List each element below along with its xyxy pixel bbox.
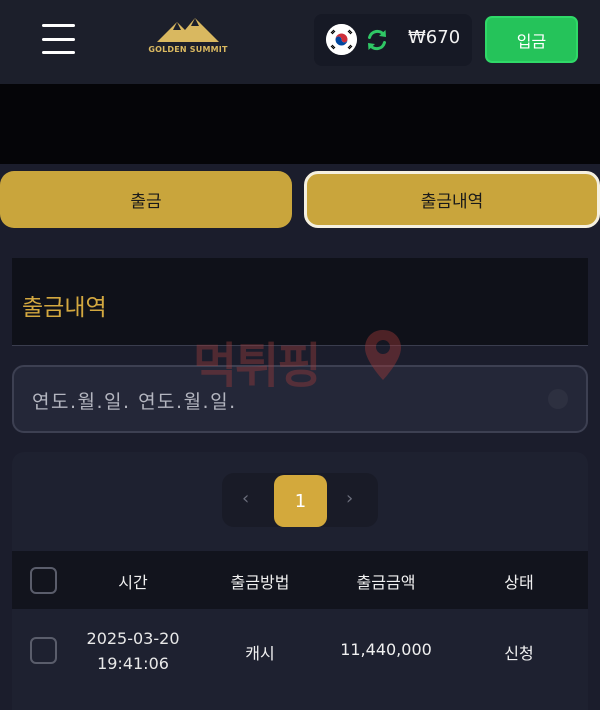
row-method: 캐시	[245, 644, 275, 663]
column-header-method: 출금방법	[230, 573, 290, 592]
row-time: 2025-03-20 19:41:06	[87, 626, 180, 676]
mountain-logo-icon	[157, 18, 219, 42]
row-status: 신청	[504, 644, 534, 663]
tab-withdraw-history[interactable]: 출금내역	[304, 171, 600, 228]
hamburger-icon[interactable]	[42, 24, 75, 54]
row-clock: 19:41:06	[97, 654, 169, 673]
select-all-checkbox[interactable]	[30, 567, 57, 594]
logo-text: GOLDEN SUMMIT	[148, 45, 228, 54]
row-checkbox[interactable]	[30, 637, 57, 664]
column-header-time: 시간	[118, 573, 148, 592]
row-date: 2025-03-20	[86, 629, 180, 648]
korea-flag-icon[interactable]	[326, 24, 357, 55]
refresh-icon[interactable]	[364, 27, 390, 53]
pagination-prev-icon[interactable]: ‹	[242, 488, 249, 509]
balance-amount: ₩670	[408, 27, 461, 48]
table-header	[12, 551, 588, 609]
logo[interactable]: GOLDEN SUMMIT	[146, 16, 230, 62]
pagination-next-icon[interactable]: ›	[346, 488, 353, 509]
row-amount: 11,440,000	[340, 640, 432, 659]
pagination-current-page[interactable]: 1	[274, 475, 327, 527]
date-range-value: 연도.월.일. 연도.월.일.	[32, 391, 237, 413]
column-header-amount: 출금금액	[356, 573, 416, 592]
tab-withdraw[interactable]: 출금	[0, 171, 292, 228]
deposit-button[interactable]: 입금	[485, 16, 578, 63]
calendar-icon[interactable]	[548, 389, 568, 409]
column-header-status: 상태	[504, 573, 534, 592]
banner-area	[0, 84, 600, 164]
section-title: 출금내역	[22, 295, 107, 321]
